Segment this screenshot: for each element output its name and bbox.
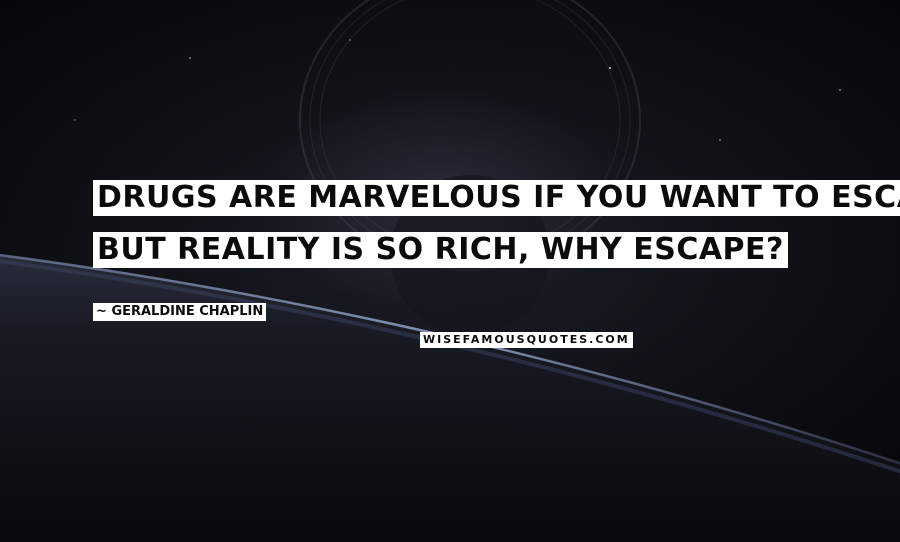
quote-line-1: DRUGS ARE MARVELOUS IF YOU WANT TO ESCAP… — [93, 180, 900, 216]
author-name: GERALDINE CHAPLIN — [111, 304, 264, 319]
quote-line-2: BUT REALITY IS SO RICH, WHY ESCAPE? — [93, 232, 788, 268]
ringed-planet — [299, 0, 641, 335]
site-watermark: WISEFAMOUSQUOTES.COM — [420, 332, 633, 348]
tilde-icon: ~ — [96, 304, 107, 319]
quote-card: DRUGS ARE MARVELOUS IF YOU WANT TO ESCAP… — [0, 0, 900, 542]
space-background — [0, 0, 900, 542]
author-attribution: ~ GERALDINE CHAPLIN — [93, 303, 267, 321]
stars — [74, 39, 841, 141]
